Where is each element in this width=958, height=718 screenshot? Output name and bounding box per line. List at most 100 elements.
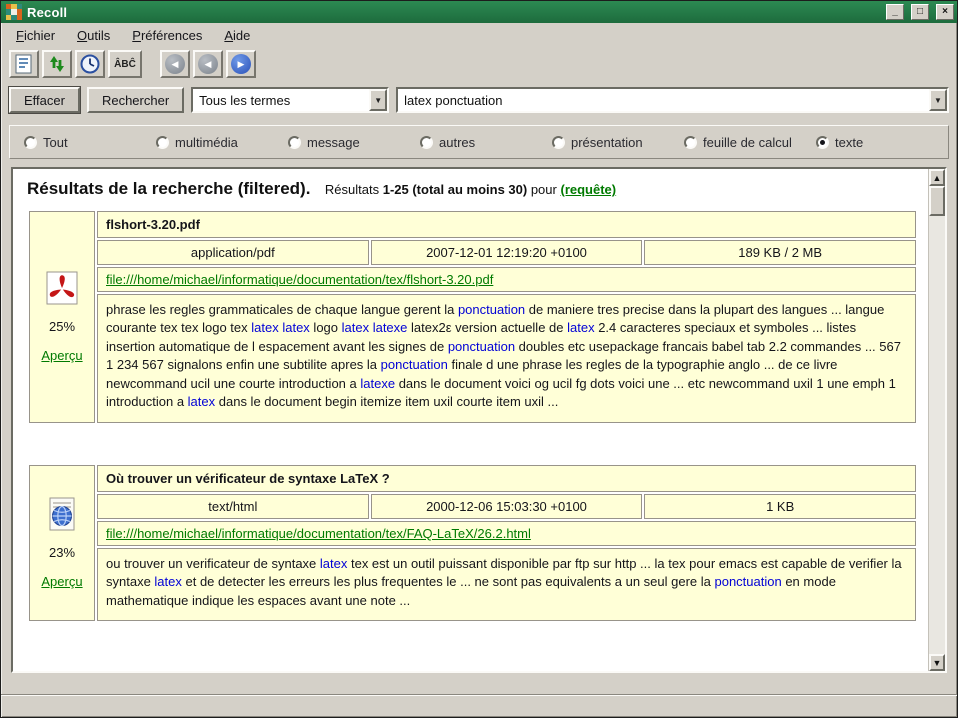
- result-abstract: ou trouver un verificateur de syntaxe la…: [97, 548, 916, 621]
- next-page-button[interactable]: ▶: [226, 50, 256, 78]
- radio-button-icon: [288, 136, 301, 149]
- menubar: Fichier Outils Préférences Aide: [1, 23, 957, 47]
- menu-preferences[interactable]: Préférences: [123, 25, 211, 46]
- pdf-file-icon: [34, 270, 90, 309]
- preview-link[interactable]: Aperçu: [41, 574, 82, 589]
- filter-label: autres: [439, 135, 475, 150]
- clock-icon: [79, 53, 101, 75]
- preview-link[interactable]: Aperçu: [41, 348, 82, 363]
- menu-aide[interactable]: Aide: [215, 25, 259, 46]
- result-url-link[interactable]: file:///home/michael/informatique/docume…: [106, 272, 493, 287]
- result-url-cell: file:///home/michael/informatique/docume…: [97, 267, 916, 292]
- filter-label: Tout: [43, 135, 68, 150]
- abstract-text: dans le document begin itemize item uxil…: [215, 394, 558, 409]
- maximize-button[interactable]: □: [911, 4, 929, 20]
- result-side-cell: 23% Aperçu: [29, 465, 95, 621]
- result-url-link[interactable]: file:///home/michael/informatique/docume…: [106, 526, 531, 541]
- chevron-down-icon[interactable]: ▼: [369, 89, 387, 111]
- radio-button-icon: [684, 136, 697, 149]
- result-mimetype: application/pdf: [97, 240, 369, 265]
- highlight-term: latex latex: [251, 320, 310, 335]
- scroll-track[interactable]: [929, 216, 945, 654]
- highlight-term: latex: [320, 556, 347, 571]
- highlight-term: latex: [188, 394, 215, 409]
- first-page-button[interactable]: ◀: [160, 50, 190, 78]
- next-page-arrow-icon: ▶: [231, 54, 251, 74]
- filter-label: présentation: [571, 135, 643, 150]
- results-title: Résultats de la recherche (filtered).: [27, 179, 310, 198]
- abstract-text: ou trouver un verificateur de syntaxe: [106, 556, 320, 571]
- filter-radio-presentation[interactable]: présentation: [552, 135, 684, 150]
- highlight-term: latex: [154, 574, 181, 589]
- result-size: 189 KB / 2 MB: [644, 240, 916, 265]
- filter-label: message: [307, 135, 360, 150]
- search-query-input[interactable]: [398, 89, 929, 111]
- filter-radio-autres[interactable]: autres: [420, 135, 552, 150]
- results-frame: Résultats de la recherche (filtered). Ré…: [11, 167, 947, 673]
- menu-outils[interactable]: Outils: [68, 25, 119, 46]
- relevance-percent: 23%: [34, 545, 90, 560]
- html-file-icon: [34, 496, 90, 535]
- window-title: Recoll: [27, 5, 879, 20]
- filter-label: feuille de calcul: [703, 135, 792, 150]
- recoll-window: Recoll _ □ × Fichier Outils Préférences …: [0, 0, 958, 718]
- bottom-area: [1, 673, 957, 717]
- filter-radio-texte[interactable]: texte: [816, 135, 863, 150]
- results-header: Résultats de la recherche (filtered). Ré…: [27, 179, 918, 199]
- result-size: 1 KB: [644, 494, 916, 519]
- menu-fichier[interactable]: Fichier: [7, 25, 64, 46]
- highlight-term: latex latexe: [342, 320, 408, 335]
- close-button[interactable]: ×: [936, 4, 954, 20]
- highlight-term: ponctuation: [714, 574, 781, 589]
- spell-abc-icon: ÂBĈ: [114, 59, 136, 70]
- search-mode-select[interactable]: Tous les termes ▼: [191, 87, 389, 113]
- scroll-thumb[interactable]: [929, 186, 945, 216]
- result-side-cell: 25% Aperçu: [29, 211, 95, 423]
- clear-button[interactable]: Effacer: [9, 87, 80, 113]
- history-button[interactable]: [75, 50, 105, 78]
- filter-radio-message[interactable]: message: [288, 135, 420, 150]
- highlight-term: ponctuation: [448, 339, 515, 354]
- abstract-text: logo: [310, 320, 342, 335]
- search-mode-value: Tous les termes: [193, 89, 369, 111]
- term-explorer-button[interactable]: ÂBĈ: [108, 50, 142, 78]
- prev-page-button[interactable]: ◀: [193, 50, 223, 78]
- recoll-app-icon: [6, 4, 22, 20]
- results-list: 25%Aperçuflshort-3.20.pdfapplication/pdf…: [27, 209, 918, 623]
- radio-button-icon: [156, 136, 169, 149]
- summary-range: 1-25 (total au moins 30): [383, 182, 527, 197]
- relevance-percent: 25%: [34, 319, 90, 334]
- statusbar: [1, 695, 957, 717]
- filter-radio-tout[interactable]: Tout: [24, 135, 156, 150]
- filter-radio-feuille-de-calcul[interactable]: feuille de calcul: [684, 135, 816, 150]
- prev-page-arrow-icon: ◀: [198, 54, 218, 74]
- minimize-button[interactable]: _: [886, 4, 904, 20]
- radio-button-icon: [552, 136, 565, 149]
- query-link[interactable]: (requête): [560, 182, 616, 197]
- query-details-button[interactable]: [9, 50, 39, 78]
- toolbar: ÂBĈ ◀ ◀ ▶: [1, 47, 957, 81]
- highlight-term: ponctuation: [381, 357, 448, 372]
- result-url-cell: file:///home/michael/informatique/docume…: [97, 521, 916, 546]
- document-icon: [13, 53, 35, 75]
- scroll-up-button[interactable]: ▲: [929, 169, 945, 186]
- filter-label: texte: [835, 135, 863, 150]
- result-date: 2007-12-01 12:19:20 +0100: [371, 240, 643, 265]
- highlight-term: latex: [567, 320, 594, 335]
- scroll-down-button[interactable]: ▼: [929, 654, 945, 671]
- radio-button-icon: [420, 136, 433, 149]
- search-button[interactable]: Rechercher: [87, 87, 184, 113]
- first-page-arrow-icon: ◀: [165, 54, 185, 74]
- filter-radio-multimedia[interactable]: multimédia: [156, 135, 288, 150]
- vertical-scrollbar[interactable]: ▲ ▼: [928, 169, 945, 671]
- chevron-down-icon[interactable]: ▼: [929, 89, 947, 111]
- titlebar[interactable]: Recoll _ □ ×: [1, 1, 957, 23]
- results-summary: Résultats 1-25 (total au moins 30) pour …: [325, 182, 616, 197]
- summary-pour: pour: [531, 182, 557, 197]
- search-query-combo[interactable]: ▼: [396, 87, 949, 113]
- search-row: Effacer Rechercher Tous les termes ▼ ▼: [1, 81, 957, 119]
- sort-button[interactable]: [42, 50, 72, 78]
- result-abstract: phrase les regles grammaticales de chaqu…: [97, 294, 916, 423]
- filter-label: multimédia: [175, 135, 238, 150]
- abstract-text: latex2ε version actuelle de: [407, 320, 567, 335]
